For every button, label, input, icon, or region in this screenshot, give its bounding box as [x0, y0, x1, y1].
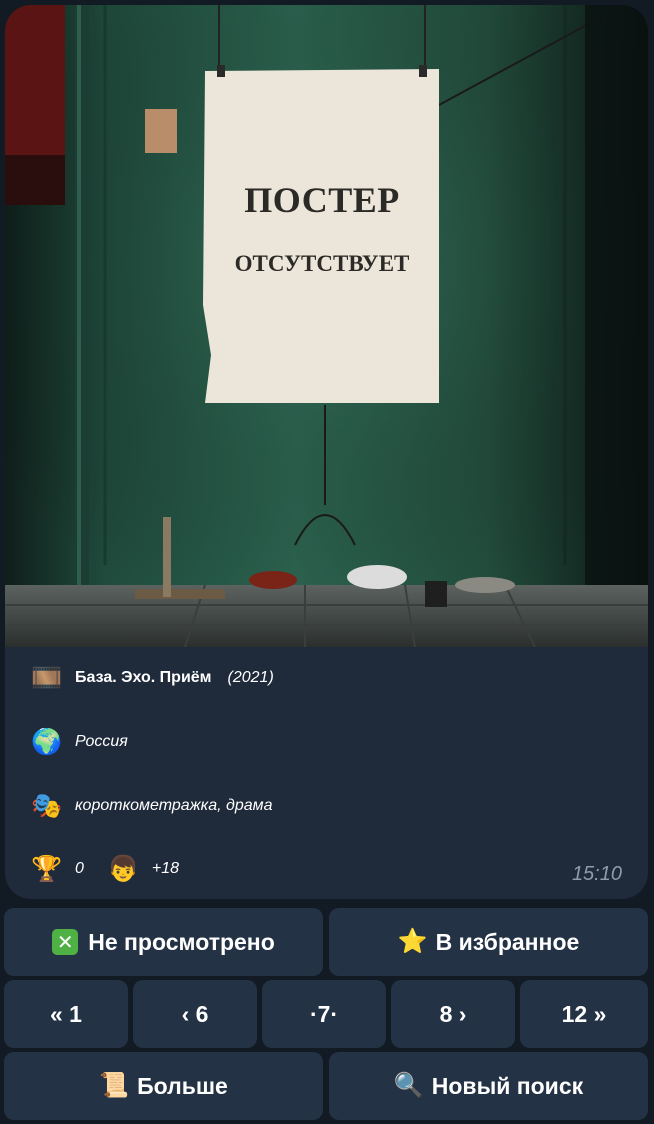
message-time: 15:10	[571, 863, 622, 885]
movie-genres-line: 🎭 короткометражка, драма	[31, 788, 273, 824]
chat-view: ПОСТЕР ОТСУТСТВУЕТ 🎞️ База. Эхо. Приём (…	[0, 0, 654, 1124]
trophy-icon: 🏆	[31, 854, 63, 883]
movie-age-rating: +18	[151, 860, 180, 877]
child-face-icon: 👦	[107, 854, 140, 883]
scroll-icon: 📜	[99, 1072, 130, 1099]
favorites-label: В избранное	[435, 928, 580, 955]
page-first-button[interactable]: « 1	[4, 980, 128, 1048]
star-icon: ⭐	[397, 928, 428, 955]
movie-year: (2021)	[227, 669, 274, 686]
message-bubble: ПОСТЕР ОТСУТСТВУЕТ 🎞️ База. Эхо. Приём (…	[5, 5, 648, 899]
page-first-label: « 1	[50, 1000, 82, 1027]
new-search-button[interactable]: 🔍 Новый поиск	[329, 1052, 648, 1120]
movie-title: База. Эхо. Приём	[75, 669, 212, 686]
page-current-label: ·7·	[309, 1000, 339, 1027]
film-frames-icon: 🎞️	[31, 663, 63, 692]
page-last-label: 12 »	[561, 1000, 607, 1027]
cross-mark-icon: ✕	[52, 929, 79, 955]
theater-masks-icon: 🎭	[31, 791, 63, 820]
page-current-button[interactable]: ·7·	[262, 980, 386, 1048]
page-next-label: 8 ›	[439, 1000, 467, 1027]
movie-awards: 0	[75, 860, 84, 877]
movie-country: Россия	[75, 733, 128, 750]
movie-title-line: 🎞️ База. Эхо. Приём (2021)	[31, 660, 274, 696]
more-button[interactable]: 📜 Больше	[4, 1052, 323, 1120]
more-label: Больше	[137, 1072, 228, 1099]
globe-icon: 🌍	[31, 727, 63, 756]
page-prev-label: ‹ 6	[181, 1000, 209, 1027]
movie-country-line: 🌍 Россия	[31, 724, 128, 760]
not-watched-label: Не просмотрено	[88, 928, 275, 955]
poster-illustration	[5, 5, 648, 647]
movie-genres: короткометражка, драма	[75, 797, 273, 814]
poster-subheading: ОТСУТСТВУЕТ	[234, 251, 410, 276]
poster-image[interactable]: ПОСТЕР ОТСУТСТВУЕТ	[5, 5, 648, 647]
not-watched-button[interactable]: ✕ Не просмотрено	[4, 908, 323, 976]
magnifier-icon: 🔍	[393, 1072, 424, 1099]
page-last-button[interactable]: 12 »	[520, 980, 648, 1048]
poster-heading: ПОСТЕР	[244, 180, 400, 220]
page-prev-button[interactable]: ‹ 6	[133, 980, 257, 1048]
page-next-button[interactable]: 8 ›	[391, 980, 515, 1048]
new-search-label: Новый поиск	[431, 1072, 584, 1099]
favorites-button[interactable]: ⭐ В избранное	[329, 908, 648, 976]
movie-stats-line: 🏆 0 👦 +18	[31, 851, 179, 887]
